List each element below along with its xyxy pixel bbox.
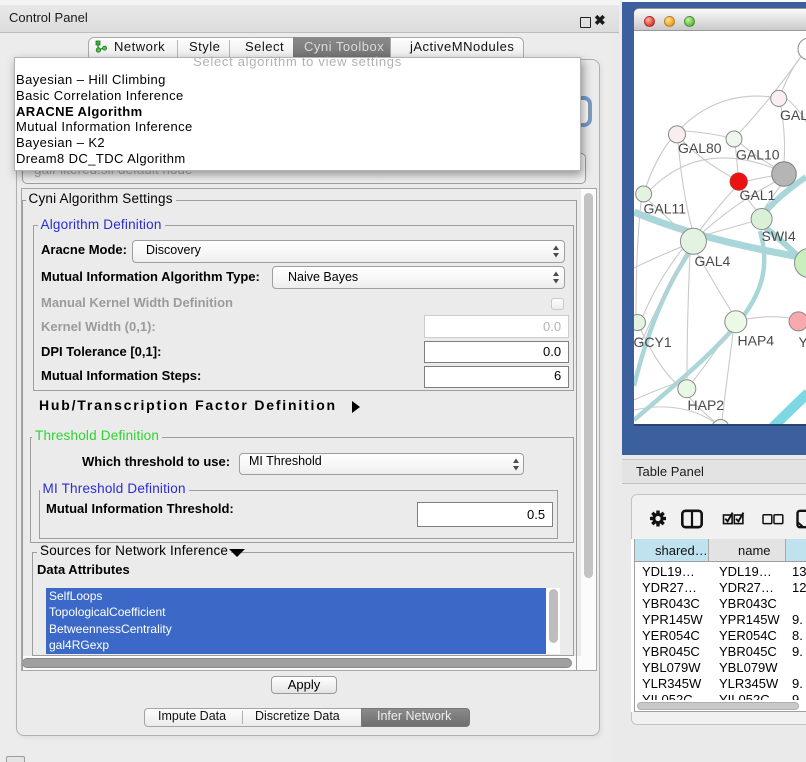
svg-text:GCY1: GCY1 [634,334,672,350]
svg-text:HAP2: HAP2 [688,397,725,413]
svg-text:GAL11: GAL11 [644,201,687,217]
svg-text:GAL2: GAL2 [780,107,806,123]
svg-text:GAL4: GAL4 [695,253,731,269]
svg-text:HAP4: HAP4 [738,333,775,349]
svg-text:GAL80: GAL80 [678,140,722,156]
svg-text:YE: YE [799,334,806,350]
svg-text:GAL10: GAL10 [736,147,780,163]
svg-text:SWI4: SWI4 [762,228,796,244]
svg-text:GAL1: GAL1 [740,187,776,203]
